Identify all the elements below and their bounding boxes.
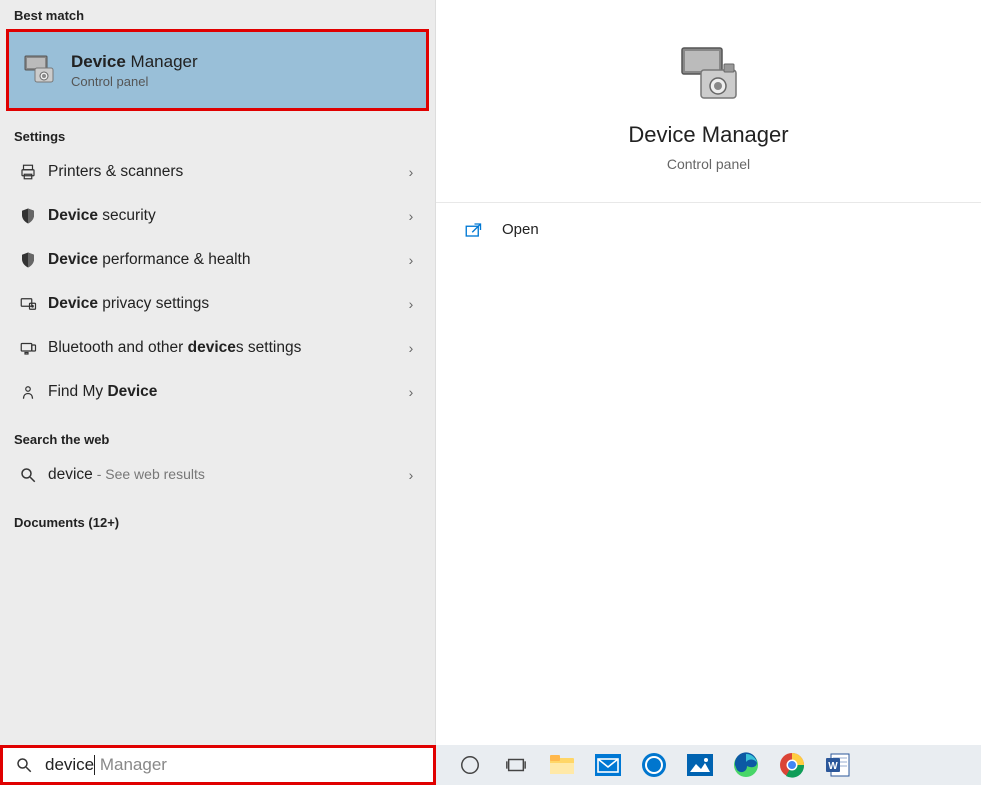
taskbar: W <box>436 745 981 785</box>
chevron-right-icon: › <box>401 467 421 483</box>
edge-icon[interactable] <box>726 745 766 785</box>
chevron-right-icon: › <box>401 208 421 224</box>
settings-find-my-device[interactable]: Find My Device › <box>0 370 435 414</box>
chevron-right-icon: › <box>401 164 421 180</box>
word-icon[interactable]: W <box>818 745 858 785</box>
findmy-icon <box>14 383 42 401</box>
photos-icon[interactable] <box>680 745 720 785</box>
action-open-label: Open <box>502 221 539 238</box>
cortana-icon[interactable] <box>450 745 490 785</box>
details-panel: Device Manager Control panel Open <box>436 0 981 745</box>
best-match-device-manager[interactable]: Device Manager Control panel <box>6 29 429 111</box>
chevron-right-icon: › <box>401 296 421 312</box>
search-icon <box>14 466 42 484</box>
settings-printers-scanners[interactable]: Printers & scanners › <box>0 150 435 194</box>
privacy-icon <box>14 295 42 313</box>
shield-icon <box>14 207 42 225</box>
shield-icon <box>14 251 42 269</box>
best-match-header: Best match <box>0 0 435 29</box>
chrome-icon[interactable] <box>772 745 812 785</box>
search-web-header: Search the web <box>0 424 435 453</box>
svg-text:W: W <box>828 761 838 772</box>
settings-device-security[interactable]: Device security › <box>0 194 435 238</box>
chevron-right-icon: › <box>401 252 421 268</box>
bluetooth-icon <box>14 339 42 357</box>
mail-icon[interactable] <box>588 745 628 785</box>
settings-device-performance[interactable]: Device performance & health › <box>0 238 435 282</box>
web-search-device[interactable]: device - See web results › <box>0 453 435 497</box>
dell-icon[interactable] <box>634 745 674 785</box>
explorer-icon[interactable] <box>542 745 582 785</box>
documents-header: Documents (12+) <box>0 507 435 536</box>
printer-icon <box>14 163 42 181</box>
open-icon <box>464 222 486 238</box>
action-open[interactable]: Open <box>436 203 981 256</box>
taskview-icon[interactable] <box>496 745 536 785</box>
search-results-panel: Best match Device Manager Control panel … <box>0 0 436 745</box>
details-subtitle: Control panel <box>456 156 961 172</box>
best-match-text: Device Manager Control panel <box>71 52 198 89</box>
settings-device-privacy[interactable]: Device privacy settings › <box>0 282 435 326</box>
device-manager-large-icon <box>674 40 744 110</box>
device-manager-icon <box>21 52 57 88</box>
chevron-right-icon: › <box>401 384 421 400</box>
search-text: device Manager <box>45 755 167 776</box>
settings-header: Settings <box>0 121 435 150</box>
settings-bluetooth[interactable]: Bluetooth and other devices settings › <box>0 326 435 370</box>
search-icon <box>15 756 35 774</box>
details-title: Device Manager <box>456 122 961 148</box>
chevron-right-icon: › <box>401 340 421 356</box>
search-input[interactable]: device Manager <box>0 745 436 785</box>
